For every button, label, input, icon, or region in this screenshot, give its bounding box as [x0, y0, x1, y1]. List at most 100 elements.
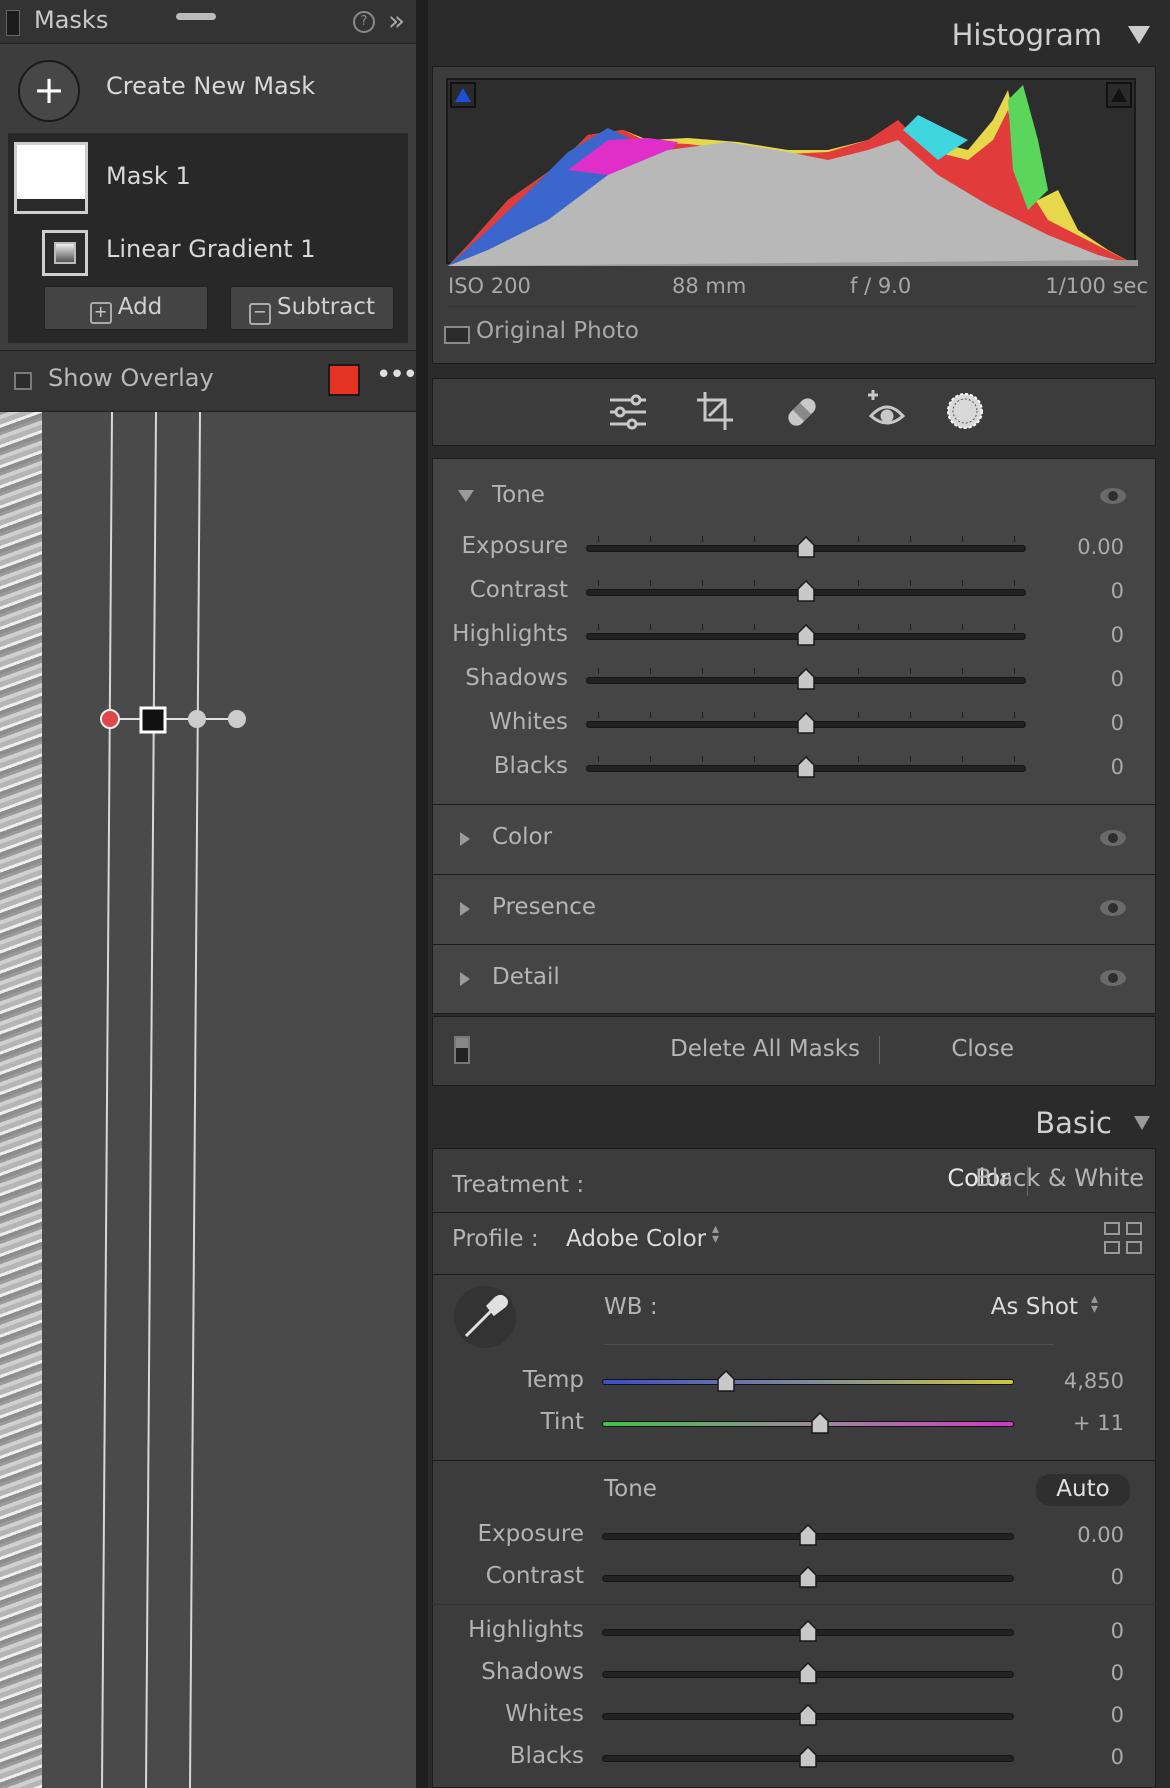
slider-value[interactable]: 0 [1034, 711, 1124, 735]
slider-track[interactable] [602, 1379, 1014, 1385]
profile-chevron-icon[interactable]: ▴ ▾ [712, 1222, 719, 1246]
slider-value[interactable]: 0 [1034, 1745, 1124, 1769]
eye-icon[interactable] [1100, 488, 1126, 504]
slider-tick [598, 580, 599, 586]
wb-chevron-icon[interactable]: ▴ ▾ [1091, 1292, 1098, 1316]
slider-value[interactable]: 0 [1034, 1661, 1124, 1685]
slider-tick [754, 668, 755, 674]
section-title[interactable]: Presence [492, 894, 596, 920]
mask-name[interactable]: Mask 1 [106, 162, 191, 190]
slider-value[interactable]: 0 [1034, 623, 1124, 647]
slider-tick [1014, 756, 1015, 762]
slider-tick [962, 756, 963, 762]
component-name[interactable]: Linear Gradient 1 [106, 235, 316, 263]
slider-tick [858, 712, 859, 718]
slider-thumb[interactable] [798, 1745, 818, 1768]
healing-icon[interactable] [782, 392, 822, 432]
basic-title[interactable]: Basic [1035, 1106, 1112, 1140]
show-overlay-checkbox[interactable] [14, 372, 32, 390]
tone-expanded-icon[interactable] [458, 490, 474, 502]
delete-all-masks-button[interactable]: Delete All Masks [670, 1036, 860, 1062]
slider-thumb[interactable] [798, 1703, 818, 1726]
section-expand-icon[interactable] [460, 972, 470, 986]
slider-thumb[interactable] [798, 1619, 818, 1642]
subtract-mask-icon: − [248, 303, 271, 325]
mask-toggle-switch[interactable] [454, 1036, 470, 1064]
show-overlay-label: Show Overlay [48, 364, 214, 392]
eye-icon[interactable] [1100, 900, 1126, 916]
profile-browser-icon[interactable] [1104, 1222, 1142, 1254]
create-new-mask-label[interactable]: Create New Mask [106, 72, 315, 100]
shadow-clipping-indicator[interactable] [450, 82, 476, 108]
collapse-histogram-icon[interactable] [1128, 26, 1150, 44]
plus-icon[interactable]: + [18, 60, 80, 122]
drag-handle-icon[interactable] [176, 13, 216, 20]
auto-button[interactable]: Auto [1036, 1474, 1130, 1506]
add-button[interactable]: + Add [44, 286, 208, 330]
section-title[interactable]: Detail [492, 964, 560, 990]
linear-gradient-overlay[interactable] [0, 412, 420, 1788]
section-expand-icon[interactable] [460, 832, 470, 846]
histogram-title[interactable]: Histogram [952, 18, 1102, 52]
subtract-button[interactable]: − Subtract [230, 286, 394, 330]
gradient-center-handle[interactable] [139, 706, 167, 734]
slider-thumb[interactable] [796, 579, 816, 602]
basic-collapse-icon[interactable] [1134, 1116, 1150, 1130]
eye-icon[interactable] [1100, 970, 1126, 986]
slider-thumb[interactable] [798, 1661, 818, 1684]
more-options-icon[interactable]: ••• [376, 360, 418, 390]
adjust-sliders-icon[interactable] [608, 392, 648, 432]
slider-value[interactable]: 4,850 [1034, 1369, 1124, 1393]
slider-value[interactable]: 0 [1034, 1565, 1124, 1589]
eye-icon[interactable] [1100, 830, 1126, 846]
slider-thumb[interactable] [796, 623, 816, 646]
highlight-clipping-indicator[interactable] [1106, 82, 1132, 108]
slider-value[interactable]: 0.00 [1034, 1523, 1124, 1547]
slider-value[interactable]: 0 [1034, 755, 1124, 779]
photo-canvas[interactable] [0, 412, 420, 1788]
panel-toggle[interactable] [6, 10, 20, 36]
slider-value[interactable]: 0 [1034, 579, 1124, 603]
slider-value[interactable]: 0 [1034, 1703, 1124, 1727]
crop-icon[interactable] [695, 390, 735, 432]
focal-length-readout: 88 mm [672, 274, 747, 298]
treatment-bw-button[interactable]: Black & White [975, 1164, 1144, 1192]
wb-dropdown[interactable]: As Shot [991, 1294, 1078, 1320]
slider-tick [910, 756, 911, 762]
overlay-color-swatch[interactable] [328, 364, 360, 396]
slider-thumb[interactable] [798, 1523, 818, 1546]
slider-value[interactable]: + 11 [1034, 1411, 1124, 1435]
gradient-end-handle[interactable] [188, 710, 206, 728]
slider-value[interactable]: 0 [1034, 667, 1124, 691]
slider-thumb[interactable] [796, 667, 816, 690]
slider-tick [754, 580, 755, 586]
gradient-rotate-handle[interactable] [228, 710, 246, 728]
slider-thumb[interactable] [798, 1565, 818, 1588]
slider-thumb[interactable] [796, 755, 816, 778]
profile-dropdown[interactable]: Adobe Color [566, 1226, 706, 1252]
panel-divider[interactable] [416, 0, 428, 1788]
slider-thumb[interactable] [796, 711, 816, 734]
slider-tick [858, 536, 859, 542]
gradient-start-handle[interactable] [100, 709, 120, 729]
tone-section-title[interactable]: Tone [492, 482, 545, 508]
slider-tick [754, 536, 755, 542]
slider-track[interactable] [602, 1421, 1014, 1427]
linear-gradient-icon[interactable] [42, 230, 88, 276]
close-button[interactable]: Close [951, 1036, 1014, 1062]
masking-icon[interactable] [944, 390, 986, 432]
slider-tick [702, 624, 703, 630]
collapse-icon[interactable]: » [388, 4, 405, 37]
slider-value[interactable]: 0 [1034, 1619, 1124, 1643]
wb-eyedropper-icon[interactable] [454, 1286, 516, 1348]
help-icon[interactable]: ? [353, 11, 375, 33]
slider-value[interactable]: 0.00 [1034, 535, 1124, 559]
slider-thumb[interactable] [716, 1369, 736, 1392]
section-title[interactable]: Color [492, 824, 552, 850]
slider-thumb[interactable] [810, 1411, 830, 1434]
original-photo-checkbox[interactable] [444, 326, 470, 344]
slider-thumb[interactable] [796, 535, 816, 558]
mask-thumbnail[interactable] [14, 142, 88, 214]
section-expand-icon[interactable] [460, 902, 470, 916]
red-eye-icon[interactable] [865, 388, 909, 432]
